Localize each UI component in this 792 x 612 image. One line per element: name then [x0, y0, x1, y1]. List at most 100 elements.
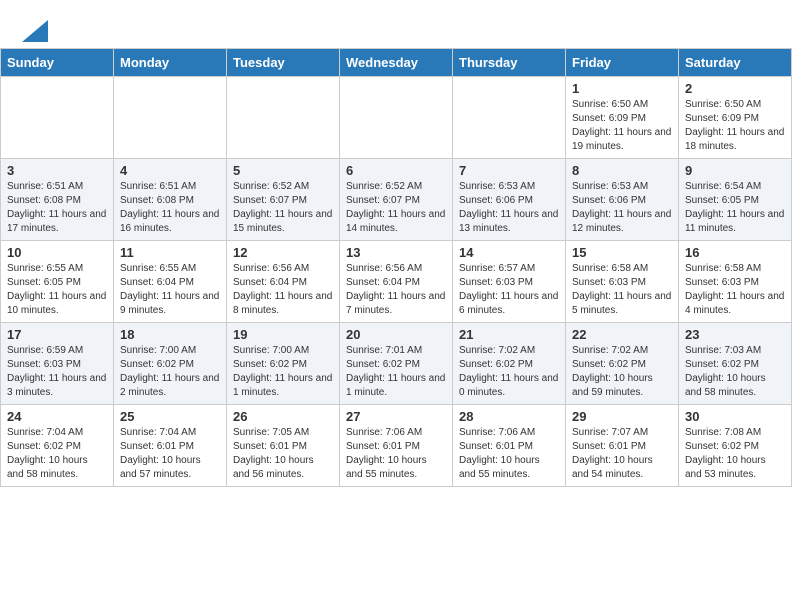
calendar-body: 1Sunrise: 6:50 AM Sunset: 6:09 PM Daylig… [1, 77, 792, 487]
calendar-cell [1, 77, 114, 159]
day-info: Sunrise: 7:02 AM Sunset: 6:02 PM Dayligh… [572, 344, 672, 400]
calendar-cell: 18Sunrise: 7:00 AM Sunset: 6:02 PM Dayli… [114, 323, 227, 405]
weekday-header: Sunday [1, 49, 114, 77]
calendar-cell: 3 Sunrise: 6:51 AM Sunset: 6:08 PM Daylig… [1, 159, 114, 241]
calendar-cell: 7 Sunrise: 6:53 AM Sunset: 6:06 PM Daylig… [453, 159, 566, 241]
day-info: Sunrise: 6:58 AM Sunset: 6:03 PM Dayligh… [685, 262, 785, 318]
day-number: 30 [685, 409, 785, 424]
day-number: 15 [572, 245, 672, 260]
calendar-cell: 4Sunrise: 6:51 AM Sunset: 6:08 PM Daylig… [114, 159, 227, 241]
calendar-cell: 10Sunrise: 6:55 AM Sunset: 6:05 PM Dayli… [1, 241, 114, 323]
page-header [0, 0, 792, 48]
day-number: 9 [685, 163, 785, 178]
calendar-cell [453, 77, 566, 159]
calendar-cell: 21 Sunrise: 7:02 AM Sunset: 6:02 PM Dayli… [453, 323, 566, 405]
calendar-cell: 24Sunrise: 7:04 AM Sunset: 6:02 PM Dayli… [1, 405, 114, 487]
day-number: 3 [7, 163, 107, 178]
day-number: 6 [346, 163, 446, 178]
calendar-cell: 30 Sunrise: 7:08 AM Sunset: 6:02 PM Dayli… [679, 405, 792, 487]
calendar-cell: 11 Sunrise: 6:55 AM Sunset: 6:04 PM Dayli… [114, 241, 227, 323]
day-info: Sunrise: 6:54 AM Sunset: 6:05 PM Dayligh… [685, 180, 785, 236]
day-info: Sunrise: 7:08 AM Sunset: 6:02 PM Dayligh… [685, 426, 785, 482]
weekday-row: SundayMondayTuesdayWednesdayThursdayFrid… [1, 49, 792, 77]
day-number: 28 [459, 409, 559, 424]
day-info: Sunrise: 7:07 AM Sunset: 6:01 PM Dayligh… [572, 426, 672, 482]
calendar-week-row: 17 Sunrise: 6:59 AM Sunset: 6:03 PM Dayli… [1, 323, 792, 405]
calendar-cell: 5 Sunrise: 6:52 AM Sunset: 6:07 PM Daylig… [227, 159, 340, 241]
day-number: 17 [7, 327, 107, 342]
day-number: 20 [346, 327, 446, 342]
calendar-cell: 16 Sunrise: 6:58 AM Sunset: 6:03 PM Dayli… [679, 241, 792, 323]
day-info: Sunrise: 6:58 AM Sunset: 6:03 PM Dayligh… [572, 262, 672, 318]
day-info: Sunrise: 6:50 AM Sunset: 6:09 PM Dayligh… [685, 98, 785, 154]
day-number: 19 [233, 327, 333, 342]
day-number: 10 [7, 245, 107, 260]
calendar-cell: 27Sunrise: 7:06 AM Sunset: 6:01 PM Dayli… [340, 405, 453, 487]
weekday-header: Thursday [453, 49, 566, 77]
day-number: 21 [459, 327, 559, 342]
calendar-cell [227, 77, 340, 159]
day-info: Sunrise: 6:59 AM Sunset: 6:03 PM Dayligh… [7, 344, 107, 400]
calendar-cell: 20 Sunrise: 7:01 AM Sunset: 6:02 PM Dayli… [340, 323, 453, 405]
day-number: 26 [233, 409, 333, 424]
day-info: Sunrise: 6:56 AM Sunset: 6:04 PM Dayligh… [346, 262, 446, 318]
calendar-cell: 6 Sunrise: 6:52 AM Sunset: 6:07 PM Daylig… [340, 159, 453, 241]
day-number: 2 [685, 81, 785, 96]
calendar-cell: 26 Sunrise: 7:05 AM Sunset: 6:01 PM Dayli… [227, 405, 340, 487]
day-info: Sunrise: 7:00 AM Sunset: 6:02 PM Dayligh… [233, 344, 333, 400]
day-number: 7 [459, 163, 559, 178]
weekday-header: Friday [566, 49, 679, 77]
day-number: 24 [7, 409, 107, 424]
day-info: Sunrise: 6:50 AM Sunset: 6:09 PM Dayligh… [572, 98, 672, 154]
logo [20, 18, 48, 40]
calendar-cell: 1Sunrise: 6:50 AM Sunset: 6:09 PM Daylig… [566, 77, 679, 159]
calendar-cell: 9 Sunrise: 6:54 AM Sunset: 6:05 PM Daylig… [679, 159, 792, 241]
calendar-cell: 25Sunrise: 7:04 AM Sunset: 6:01 PM Dayli… [114, 405, 227, 487]
day-info: Sunrise: 6:57 AM Sunset: 6:03 PM Dayligh… [459, 262, 559, 318]
calendar-cell: 12 Sunrise: 6:56 AM Sunset: 6:04 PM Dayli… [227, 241, 340, 323]
calendar-week-row: 24Sunrise: 7:04 AM Sunset: 6:02 PM Dayli… [1, 405, 792, 487]
day-number: 22 [572, 327, 672, 342]
day-number: 29 [572, 409, 672, 424]
day-number: 23 [685, 327, 785, 342]
page-wrapper: SundayMondayTuesdayWednesdayThursdayFrid… [0, 0, 792, 487]
weekday-header: Saturday [679, 49, 792, 77]
day-info: Sunrise: 7:02 AM Sunset: 6:02 PM Dayligh… [459, 344, 559, 400]
day-number: 12 [233, 245, 333, 260]
calendar-cell: 28 Sunrise: 7:06 AM Sunset: 6:01 PM Dayli… [453, 405, 566, 487]
calendar-cell [340, 77, 453, 159]
day-number: 11 [120, 245, 220, 260]
day-number: 13 [346, 245, 446, 260]
day-info: Sunrise: 7:00 AM Sunset: 6:02 PM Dayligh… [120, 344, 220, 400]
calendar-cell: 2 Sunrise: 6:50 AM Sunset: 6:09 PM Daylig… [679, 77, 792, 159]
weekday-header: Wednesday [340, 49, 453, 77]
day-number: 27 [346, 409, 446, 424]
day-info: Sunrise: 6:52 AM Sunset: 6:07 PM Dayligh… [346, 180, 446, 236]
day-info: Sunrise: 6:53 AM Sunset: 6:06 PM Dayligh… [459, 180, 559, 236]
calendar-cell: 8Sunrise: 6:53 AM Sunset: 6:06 PM Daylig… [566, 159, 679, 241]
day-info: Sunrise: 6:51 AM Sunset: 6:08 PM Dayligh… [7, 180, 107, 236]
calendar-cell: 19 Sunrise: 7:00 AM Sunset: 6:02 PM Dayli… [227, 323, 340, 405]
calendar-cell: 14 Sunrise: 6:57 AM Sunset: 6:03 PM Dayli… [453, 241, 566, 323]
day-info: Sunrise: 7:05 AM Sunset: 6:01 PM Dayligh… [233, 426, 333, 482]
weekday-header: Monday [114, 49, 227, 77]
day-info: Sunrise: 6:56 AM Sunset: 6:04 PM Dayligh… [233, 262, 333, 318]
logo-icon [22, 20, 48, 42]
weekday-header: Tuesday [227, 49, 340, 77]
day-number: 14 [459, 245, 559, 260]
calendar-cell: 22 Sunrise: 7:02 AM Sunset: 6:02 PM Dayli… [566, 323, 679, 405]
day-number: 4 [120, 163, 220, 178]
day-info: Sunrise: 6:55 AM Sunset: 6:04 PM Dayligh… [120, 262, 220, 318]
day-number: 5 [233, 163, 333, 178]
day-number: 25 [120, 409, 220, 424]
day-info: Sunrise: 7:01 AM Sunset: 6:02 PM Dayligh… [346, 344, 446, 400]
calendar-table: SundayMondayTuesdayWednesdayThursdayFrid… [0, 48, 792, 487]
day-number: 16 [685, 245, 785, 260]
calendar-cell [114, 77, 227, 159]
calendar-cell: 15 Sunrise: 6:58 AM Sunset: 6:03 PM Dayli… [566, 241, 679, 323]
day-info: Sunrise: 7:06 AM Sunset: 6:01 PM Dayligh… [459, 426, 559, 482]
calendar-cell: 13 Sunrise: 6:56 AM Sunset: 6:04 PM Dayli… [340, 241, 453, 323]
day-info: Sunrise: 6:52 AM Sunset: 6:07 PM Dayligh… [233, 180, 333, 236]
calendar-week-row: 3 Sunrise: 6:51 AM Sunset: 6:08 PM Daylig… [1, 159, 792, 241]
calendar-week-row: 10Sunrise: 6:55 AM Sunset: 6:05 PM Dayli… [1, 241, 792, 323]
